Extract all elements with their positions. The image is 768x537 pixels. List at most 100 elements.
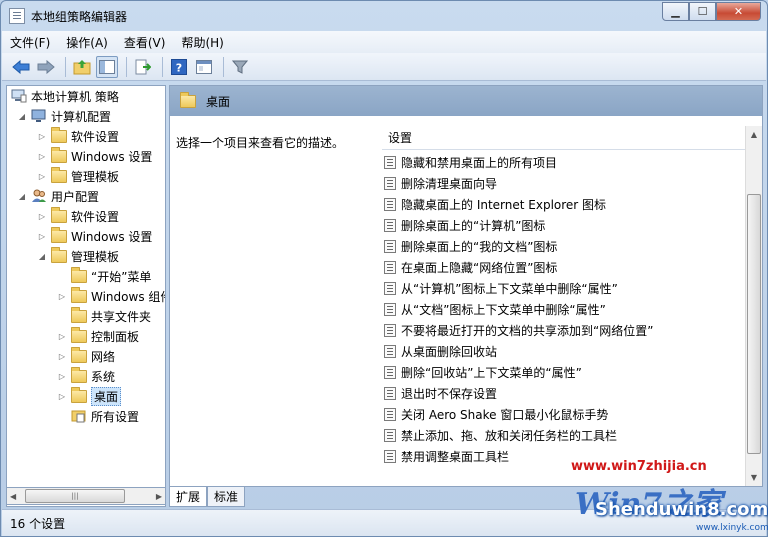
setting-row[interactable]: 在桌面上隐藏“网络位置”图标 xyxy=(384,257,557,278)
policy-setting-icon xyxy=(384,345,396,358)
menu-help[interactable]: 帮助(H) xyxy=(173,34,231,51)
all-settings-icon xyxy=(71,410,86,423)
policy-setting-icon xyxy=(384,450,396,463)
policy-setting-icon xyxy=(384,177,396,190)
folder-icon xyxy=(71,286,87,303)
setting-row[interactable]: 删除清理桌面向导 xyxy=(384,173,497,194)
expanded-arrow-icon[interactable]: ◢ xyxy=(17,112,27,121)
scroll-left-arrow-icon[interactable]: ◀ xyxy=(7,492,16,501)
collapsed-arrow-icon[interactable]: ▷ xyxy=(37,172,47,181)
watermark: www.win7zhijia.cn Win7之家 Shenduwin8.com … xyxy=(541,457,768,537)
help-icon[interactable]: ? xyxy=(168,56,190,78)
setting-row[interactable]: 从“文档”图标上下文菜单中删除“属性” xyxy=(384,299,606,320)
setting-row[interactable]: 关闭 Aero Shake 窗口最小化鼠标手势 xyxy=(384,404,608,425)
properties-icon[interactable] xyxy=(193,56,215,78)
tree-item-windows-components[interactable]: ▷ Windows 组件 xyxy=(57,286,165,306)
menu-bar: 文件(F) 操作(A) 查看(V) 帮助(H) xyxy=(2,31,766,53)
collapsed-arrow-icon[interactable]: ▷ xyxy=(57,292,67,301)
minimize-button[interactable]: ▁ xyxy=(662,2,689,21)
setting-row[interactable]: 从桌面删除回收站 xyxy=(384,341,497,362)
policy-editor-icon xyxy=(9,8,25,24)
collapsed-arrow-icon[interactable]: ▷ xyxy=(57,372,67,381)
show-hide-tree-icon[interactable] xyxy=(96,55,118,78)
collapsed-arrow-icon[interactable]: ▷ xyxy=(37,212,47,221)
tree-item-uc-admin[interactable]: ◢ 管理模板 xyxy=(37,246,119,266)
maximize-button[interactable]: ☐ xyxy=(689,2,716,21)
scroll-right-arrow-icon[interactable]: ▶ xyxy=(156,492,165,501)
caption-buttons: ▁ ☐ ✕ xyxy=(662,2,761,21)
menu-view[interactable]: 查看(V) xyxy=(116,34,174,51)
watermark-url-1: www.win7zhijia.cn xyxy=(571,459,707,474)
tree-item-system[interactable]: ▷ 系统 xyxy=(57,366,115,386)
scroll-up-arrow-icon[interactable]: ▲ xyxy=(746,126,762,143)
scroll-thumb[interactable] xyxy=(747,194,761,454)
toolbar: ? xyxy=(2,53,766,81)
computer-icon xyxy=(31,109,46,122)
tree-item-cc-admin[interactable]: ▷ 管理模板 xyxy=(37,166,119,186)
setting-row[interactable]: 不要将最近打开的文档的共享添加到“网络位置” xyxy=(384,320,653,341)
user-icon xyxy=(32,189,46,202)
back-arrow-icon[interactable] xyxy=(10,56,32,78)
status-text: 16 个设置 xyxy=(10,516,66,531)
tree-item-desktop[interactable]: ▷ 桌面 xyxy=(57,386,122,406)
policy-setting-icon xyxy=(384,366,396,379)
export-list-icon[interactable] xyxy=(132,56,154,78)
folder-icon xyxy=(51,166,67,183)
folder-icon xyxy=(51,206,67,223)
folder-icon xyxy=(71,386,87,403)
tree-item-uc-software[interactable]: ▷ 软件设置 xyxy=(37,206,119,226)
toolbar-separator xyxy=(65,56,66,77)
collapsed-arrow-icon[interactable]: ▷ xyxy=(57,352,67,361)
setting-row[interactable]: 从“计算机”图标上下文菜单中删除“属性” xyxy=(384,278,618,299)
setting-row[interactable]: 隐藏和禁用桌面上的所有项目 xyxy=(384,152,557,173)
content-title: 桌面 xyxy=(206,94,231,109)
setting-row[interactable]: 禁止添加、拖、放和关闭任务栏的工具栏 xyxy=(384,425,617,446)
description-text: 选择一个项目来查看它的描述。 xyxy=(176,136,345,150)
collapsed-arrow-icon[interactable]: ▷ xyxy=(57,392,67,401)
setting-row[interactable]: 禁用调整桌面工具栏 xyxy=(384,446,509,467)
tree-item-uc-windows[interactable]: ▷ Windows 设置 xyxy=(37,226,152,246)
tree-item-cc-windows[interactable]: ▷ Windows 设置 xyxy=(37,146,152,166)
setting-row[interactable]: 删除桌面上的“我的文档”图标 xyxy=(384,236,557,257)
tree-item-start-menu[interactable]: “开始”菜单 xyxy=(57,266,151,286)
setting-row[interactable]: 退出时不保存设置 xyxy=(384,383,497,404)
menu-file[interactable]: 文件(F) xyxy=(2,34,58,51)
policy-setting-icon xyxy=(384,303,396,316)
tree-item-shared-folders[interactable]: 共享文件夹 xyxy=(57,306,151,326)
scroll-thumb[interactable]: ||| xyxy=(25,489,125,503)
settings-column-header[interactable]: 设置 xyxy=(382,126,762,150)
policy-setting-icon xyxy=(384,219,396,232)
tree-item-user-config[interactable]: ◢ 用户配置 xyxy=(17,186,99,206)
tab-extended[interactable]: 扩展 xyxy=(169,487,208,507)
filter-icon[interactable] xyxy=(229,56,251,78)
tree-item-root[interactable]: 本地计算机 策略 xyxy=(11,86,119,106)
close-button[interactable]: ✕ xyxy=(716,2,761,21)
collapsed-arrow-icon[interactable]: ▷ xyxy=(37,152,47,161)
expanded-arrow-icon[interactable]: ◢ xyxy=(17,192,27,201)
collapsed-arrow-icon[interactable]: ▷ xyxy=(37,132,47,141)
folder-icon xyxy=(71,346,87,363)
forward-arrow-icon[interactable] xyxy=(35,56,57,78)
tree-item-control-panel[interactable]: ▷ 控制面板 xyxy=(57,326,139,346)
policy-setting-icon xyxy=(384,156,396,169)
folder-icon xyxy=(71,326,87,343)
tree-item-computer-config[interactable]: ◢ 计算机配置 xyxy=(17,106,111,126)
setting-row[interactable]: 删除“回收站”上下文菜单的“属性” xyxy=(384,362,582,383)
policy-setting-icon xyxy=(384,408,396,421)
setting-row[interactable]: 隐藏桌面上的 Internet Explorer 图标 xyxy=(384,194,606,215)
watermark-url-2: Shenduwin8.com xyxy=(595,499,768,520)
folder-icon xyxy=(51,226,67,243)
collapsed-arrow-icon[interactable]: ▷ xyxy=(37,232,47,241)
tab-standard[interactable]: 标准 xyxy=(207,487,246,507)
collapsed-arrow-icon[interactable]: ▷ xyxy=(57,332,67,341)
setting-row[interactable]: 删除桌面上的“计算机”图标 xyxy=(384,215,545,236)
expanded-arrow-icon[interactable]: ◢ xyxy=(37,252,47,261)
tree-item-all-settings[interactable]: 所有设置 xyxy=(57,406,139,426)
menu-action[interactable]: 操作(A) xyxy=(58,34,116,51)
computer-policy-icon xyxy=(11,89,27,103)
settings-vertical-scrollbar[interactable]: ▲ ▼ xyxy=(745,126,762,486)
tree-item-network[interactable]: ▷ 网络 xyxy=(57,346,115,366)
up-folder-icon[interactable] xyxy=(71,56,93,78)
tree-horizontal-scrollbar[interactable]: ◀ ||| ▶ xyxy=(6,487,166,505)
tree-item-cc-software[interactable]: ▷ 软件设置 xyxy=(37,126,119,146)
